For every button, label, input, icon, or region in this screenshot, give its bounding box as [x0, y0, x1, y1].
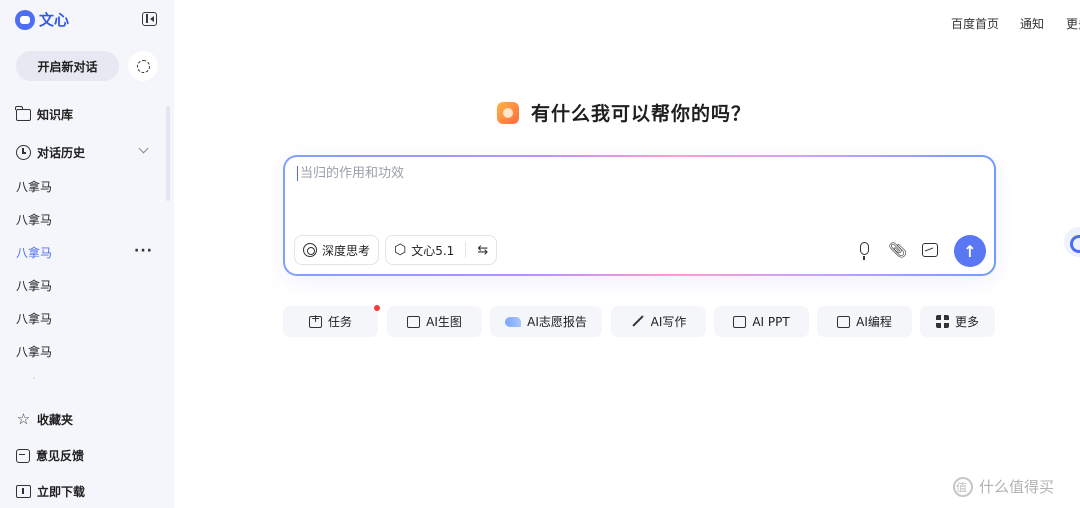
history-item[interactable]: 八拿马	[16, 277, 52, 294]
attachment-icon[interactable]: 📎︎	[888, 243, 907, 258]
sidebar-item-label: 意见反馈	[36, 449, 85, 463]
sidebar-item-favorites[interactable]: ☆ 收藏夹	[16, 411, 73, 428]
greeting-text: 有什么我可以帮你的吗？	[531, 103, 752, 125]
smzdm-logo-icon	[953, 476, 973, 497]
sidebar-item-knowledge[interactable]: 知识库	[15, 105, 74, 123]
watermark: 什么值得买	[953, 476, 1054, 497]
deep-think-toggle[interactable]: 深度思考	[294, 235, 380, 265]
quick-action-label: 更多	[954, 315, 979, 329]
task-icon	[308, 312, 322, 328]
ppt-icon	[733, 315, 747, 328]
history-item[interactable]: 八拿马	[16, 211, 52, 228]
clock-icon	[16, 145, 31, 160]
collapse-sidebar-icon[interactable]	[142, 12, 157, 26]
wenxin-logo-icon	[15, 9, 35, 30]
sidebar-item-history[interactable]: 对话历史	[16, 144, 85, 161]
chevron-down-icon[interactable]	[138, 143, 149, 154]
quick-action-label: AI生图	[426, 315, 462, 329]
quick-action-label: 任务	[327, 315, 352, 329]
sidebar-item-feedback[interactable]: 意见反馈	[16, 447, 84, 464]
send-button[interactable]: ↑	[954, 235, 986, 267]
more-options-icon[interactable]: ···	[134, 243, 153, 259]
download-icon	[16, 485, 31, 498]
floating-assistant-icon[interactable]	[1064, 227, 1080, 257]
history-item-active[interactable]: 八拿马	[16, 244, 52, 261]
chat-input[interactable]	[297, 166, 937, 181]
new-chat-button[interactable]: 开启新对话	[16, 51, 119, 81]
mascot-icon	[497, 101, 519, 124]
greeting: 有什么我可以帮你的吗？	[497, 99, 751, 126]
refresh-icon	[136, 59, 150, 73]
pen-icon	[631, 315, 645, 329]
bird-icon	[505, 316, 522, 327]
model-icon: ⬡	[394, 242, 407, 258]
topnav-notifications[interactable]: 通知	[1020, 15, 1044, 32]
microphone-icon[interactable]	[860, 242, 869, 260]
folder-icon	[15, 105, 31, 121]
swap-model-icon[interactable]: ⇆	[477, 243, 488, 258]
chat-input-box: 深度思考 ⬡ 文心5.1 ⇆ 📎︎ ↑	[283, 155, 996, 276]
sidebar-scrollbar[interactable]	[166, 106, 170, 201]
sidebar-item-label: 收藏夹	[37, 413, 74, 427]
code-icon	[837, 315, 851, 328]
history-item[interactable]: 八拿马	[16, 343, 52, 360]
quick-action-label: AI编程	[856, 315, 892, 329]
brand-name: 文心	[39, 11, 70, 29]
sidebar-item-label: 立即下载	[37, 485, 86, 499]
brand[interactable]: 文心	[15, 9, 69, 30]
quick-action-ai-writing[interactable]: AI写作	[611, 306, 706, 337]
model-selector[interactable]: ⬡ 文心5.1 ⇆	[385, 235, 498, 265]
history-item[interactable]: 八拿马	[16, 310, 52, 327]
notification-dot	[374, 305, 380, 311]
feedback-icon	[16, 448, 30, 463]
divider	[465, 242, 467, 258]
chat-input-inner: 深度思考 ⬡ 文心5.1 ⇆ 📎︎ ↑	[285, 157, 994, 274]
quick-action-label: AI写作	[650, 315, 687, 329]
history-item[interactable]: 八拿马	[16, 178, 52, 195]
quick-action-ai-image[interactable]: AI生图	[387, 306, 482, 337]
quick-action-ai-coding[interactable]: AI编程	[817, 306, 912, 337]
topnav-baidu-home[interactable]: 百度首页	[951, 15, 999, 32]
quick-action-label: AI志愿报告	[527, 315, 587, 329]
model-label: 文心5.1	[411, 243, 455, 258]
quick-action-more[interactable]: 更多	[920, 306, 995, 337]
quick-action-ai-report[interactable]: AI志愿报告	[490, 306, 602, 337]
quick-action-label: AI PPT	[752, 314, 790, 329]
history-refresh-button[interactable]	[128, 51, 158, 81]
topnav-more[interactable]: 更多	[1066, 15, 1080, 32]
image-upload-icon[interactable]	[922, 243, 938, 257]
deep-think-label: 深度思考	[322, 243, 371, 258]
star-icon: ☆	[16, 410, 31, 428]
quick-action-ai-ppt[interactable]: AI PPT	[714, 306, 809, 337]
sidebar-item-label: 对话历史	[37, 146, 86, 160]
deep-think-icon	[303, 243, 317, 257]
watermark-text: 什么值得买	[979, 478, 1055, 496]
sidebar-item-download[interactable]: 立即下载	[16, 483, 85, 500]
quick-action-task[interactable]: 任务	[283, 306, 378, 337]
sidebar-item-label: 知识库	[37, 108, 74, 122]
grid-icon	[935, 315, 949, 328]
sidebar: 文心 开启新对话 知识库 对话历史 八拿马 八拿马 八拿马 ··· 八拿马 八拿…	[0, 0, 174, 508]
history-overflow-fade: ·	[33, 374, 36, 383]
image-gen-icon	[407, 315, 421, 328]
